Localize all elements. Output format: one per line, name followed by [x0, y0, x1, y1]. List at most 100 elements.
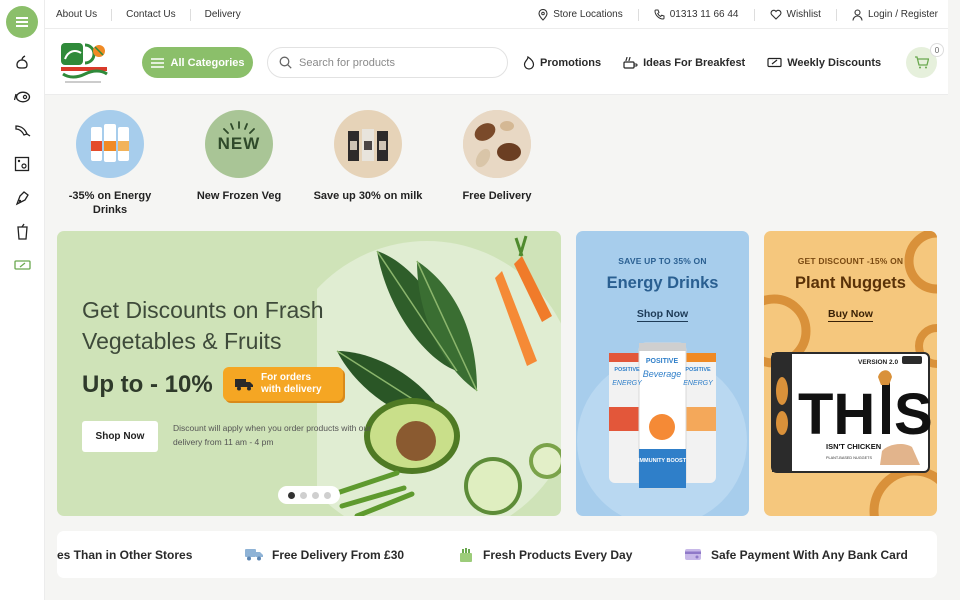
- search-bar: [267, 47, 508, 78]
- nuggets-package-image: VERSION 2.0 TH S ISN'T CHICKEN PLANT-BAS…: [771, 352, 931, 473]
- banner-kicker: SAVE UP TO 35% ON: [618, 256, 707, 266]
- promo-categories: -35% on Energy Drinks NEW New Frozen Veg…: [57, 108, 577, 218]
- banner-title: Energy Drinks: [606, 274, 719, 292]
- category-free-delivery[interactable]: Free Delivery: [442, 108, 552, 203]
- brand-logo[interactable]: [55, 37, 113, 87]
- plant-nuggets-banner[interactable]: GET DISCOUNT -15% ON Plant Nuggets Buy N…: [764, 231, 937, 516]
- feature-lower-prices: es Than in Other Stores: [57, 531, 192, 578]
- dairy-icon[interactable]: [13, 189, 31, 207]
- promotions-label: Promotions: [540, 56, 602, 69]
- hero-note: Discount will apply when you order produ…: [173, 423, 371, 447]
- location-pin-icon: [538, 8, 548, 21]
- can-left-brand-text: POSITIVE: [614, 367, 640, 373]
- new-badge-image: NEW: [205, 110, 273, 178]
- sidebar: [0, 0, 45, 600]
- feature-label: Fresh Products Every Day: [483, 547, 633, 562]
- contact-us-link[interactable]: Contact Us: [112, 8, 191, 21]
- banner-button-label: Shop Now: [636, 308, 689, 322]
- menu-button[interactable]: [6, 6, 38, 38]
- main-header: All Categories Promotions Ideas For Brea…: [45, 29, 948, 95]
- carousel-dot[interactable]: [311, 491, 319, 499]
- features-strip: es Than in Other Stores Free Delivery Fr…: [57, 531, 937, 578]
- energy-drinks-image: [76, 110, 144, 178]
- feature-label: es Than in Other Stores: [57, 547, 193, 562]
- can-beverage-text: Beverage: [643, 369, 682, 379]
- delivery-badge-text: For orders with delivery: [261, 372, 322, 395]
- store-locations-link[interactable]: Store Locations: [523, 8, 639, 21]
- grocery-icon[interactable]: [13, 155, 31, 173]
- banner-shop-now-link[interactable]: Shop Now: [576, 308, 749, 322]
- category-frozen-veg[interactable]: NEW New Frozen Veg: [184, 108, 294, 203]
- menu-icon: [16, 18, 28, 26]
- delivery-link[interactable]: Delivery: [191, 9, 255, 21]
- ideas-breakfast-link[interactable]: Ideas For Breakfest: [623, 56, 745, 69]
- card-icon: [685, 549, 701, 560]
- meat-icon[interactable]: [13, 88, 31, 106]
- weekly-discounts-label: Weekly Discounts: [787, 56, 882, 69]
- can-immunity-text: IMMUNITY BOOST: [638, 458, 687, 464]
- vegetables-image: [317, 235, 561, 516]
- banner-buy-now-link[interactable]: Buy Now: [764, 308, 937, 322]
- drinks-icon[interactable]: [13, 222, 31, 240]
- discount-icon[interactable]: [13, 256, 31, 274]
- package-version-text: VERSION 2.0: [858, 359, 898, 366]
- hero-discount: Up to - 10%: [82, 371, 213, 398]
- truck-icon: [235, 378, 253, 390]
- carousel-dot[interactable]: [323, 491, 331, 499]
- category-milk[interactable]: Save up 30% on milk: [313, 108, 423, 203]
- energy-drinks-banner[interactable]: SAVE UP TO 35% ON Energy Drinks Shop Now…: [576, 231, 749, 516]
- banner-button-label: Buy Now: [828, 308, 873, 322]
- category-energy-drinks[interactable]: -35% on Energy Drinks: [55, 108, 165, 217]
- wishlist-label: Wishlist: [786, 8, 821, 20]
- produce-icon: [460, 547, 472, 562]
- hamburger-icon: [150, 57, 164, 68]
- ideas-breakfast-label: Ideas For Breakfest: [643, 56, 746, 69]
- vegetables-icon[interactable]: [13, 53, 31, 71]
- feature-free-delivery: Free Delivery From £30: [245, 531, 404, 578]
- can-right-energy-text: ENERGY: [683, 380, 714, 387]
- feature-fresh-products: Fresh Products Every Day: [458, 531, 632, 578]
- about-us-link[interactable]: About Us: [56, 8, 113, 21]
- cart-count-badge: 0: [930, 43, 944, 57]
- hero-shop-now-button[interactable]: Shop Now: [82, 421, 158, 452]
- search-input[interactable]: [299, 56, 489, 69]
- all-categories-button[interactable]: All Categories: [142, 47, 253, 78]
- promotions-link[interactable]: Promotions: [523, 55, 602, 70]
- heart-icon: [770, 9, 781, 20]
- login-register-link[interactable]: Login / Register: [837, 9, 938, 21]
- cart-icon: [915, 56, 929, 69]
- wishlist-link[interactable]: Wishlist: [755, 8, 837, 21]
- hero-banner: Get Discounts on Frash Vegetables & Frui…: [57, 231, 561, 516]
- can-left-energy-text: ENERGY: [612, 380, 643, 387]
- ticket-icon: [767, 57, 782, 68]
- package-this-text: TH: [798, 382, 875, 447]
- new-badge-text: NEW: [217, 134, 261, 153]
- banner-title: Plant Nuggets: [795, 274, 906, 292]
- weekly-discounts-link[interactable]: Weekly Discounts: [767, 57, 881, 69]
- banner-kicker: GET DISCOUNT -15% ON: [797, 256, 904, 266]
- seafood-icon[interactable]: [13, 121, 31, 139]
- category-label: Free Delivery: [462, 190, 532, 202]
- truck-icon: [245, 549, 263, 561]
- all-categories-label: All Categories: [170, 56, 245, 69]
- phone-link[interactable]: 01313 11 66 44: [639, 8, 755, 21]
- cart-button[interactable]: 0: [906, 43, 944, 78]
- carousel-dot[interactable]: [287, 491, 295, 499]
- search-icon[interactable]: [279, 56, 292, 69]
- phone-number: 01313 11 66 44: [669, 8, 739, 20]
- carousel-dots: [278, 486, 340, 504]
- hero-title: Get Discounts on Frash Vegetables & Frui…: [82, 297, 324, 354]
- carousel-dot[interactable]: [299, 491, 307, 499]
- category-label: Save up 30% on milk: [313, 190, 423, 202]
- package-s-text: S: [894, 382, 931, 447]
- category-label: -35% on Energy Drinks: [68, 190, 152, 216]
- nuts-image: [463, 110, 531, 178]
- feature-label: Safe Payment With Any Bank Card: [711, 547, 908, 562]
- category-label: New Frozen Veg: [196, 190, 282, 202]
- phone-icon: [654, 9, 665, 20]
- can-right-brand-text: POSITIVE: [685, 367, 711, 373]
- login-register-label: Login / Register: [867, 8, 938, 20]
- store-locations-label: Store Locations: [553, 8, 623, 20]
- package-subtitle-text: PLANT-BASED NUGGETS: [826, 456, 872, 460]
- delivery-badge: For orders with delivery: [223, 367, 343, 401]
